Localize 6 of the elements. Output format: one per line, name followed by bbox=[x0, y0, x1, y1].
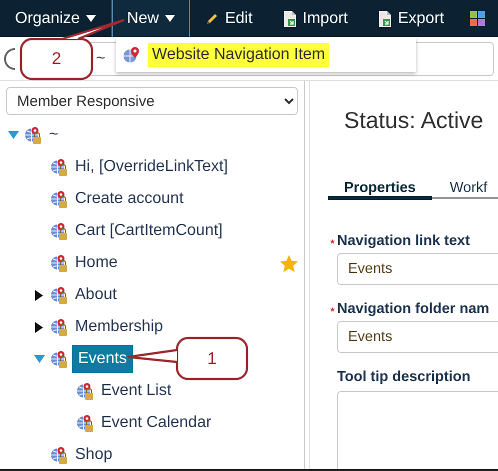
field-label: Navigation link text bbox=[337, 233, 470, 249]
field-label: Navigation folder nam bbox=[337, 301, 490, 317]
field-label: Tool tip description bbox=[337, 369, 470, 385]
callout-number: 1 bbox=[207, 348, 217, 368]
callout-number: 2 bbox=[52, 49, 62, 69]
status-heading: Status: Active bbox=[344, 107, 484, 134]
